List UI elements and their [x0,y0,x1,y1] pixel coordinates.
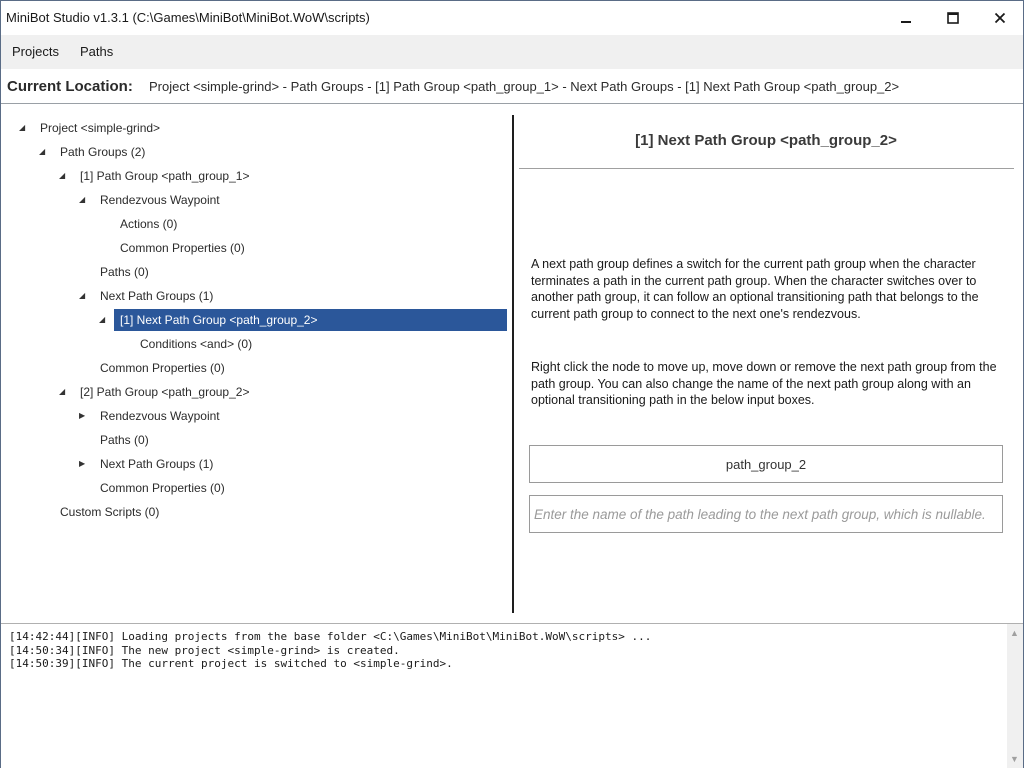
log-line: [14:42:44][INFO] Loading projects from t… [9,630,652,643]
title-bar[interactable]: MiniBot Studio v1.3.1 (C:\Games\MiniBot\… [1,1,1023,35]
log-scrollbar[interactable]: ▲ ▼ [1007,624,1023,768]
minimize-button[interactable] [883,1,929,35]
tree-item-label: Rendezvous Waypoint [100,193,220,207]
tree-item-label: Conditions <and> (0) [140,337,253,351]
menu-bar: Projects Paths [1,35,1023,69]
app-window: MiniBot Studio v1.3.1 (C:\Games\MiniBot\… [0,0,1024,768]
detail-description: A next path group defines a switch for t… [531,257,979,322]
window-title: MiniBot Studio v1.3.1 (C:\Games\MiniBot\… [6,10,370,25]
minimize-icon [901,21,911,23]
tree-item-label: [1] Path Group <path_group_1> [80,169,250,183]
tree-collapsed-arrow-icon[interactable]: ▶ [79,458,89,470]
log-panel[interactable]: [14:42:44][INFO] Loading projects from t… [1,623,1023,768]
tree-item-label: Custom Scripts (0) [60,505,160,519]
next-path-group-name-input[interactable] [529,445,1003,483]
tree-item-label: Project <simple-grind> [40,121,161,135]
tree-item-label: Common Properties (0) [100,481,225,495]
tree-item-label: Rendezvous Waypoint [100,409,220,423]
tree-item-label: [1] Next Path Group <path_group_2> [120,313,318,327]
close-icon [994,12,1006,24]
log-line: [14:50:39][INFO] The current project is … [9,657,453,670]
tree-item-label: Actions (0) [120,217,178,231]
location-path: Project <simple-grind> - Path Groups - [… [149,79,900,94]
tree-item-label: Paths (0) [100,265,149,279]
tree-expanded-arrow-icon[interactable]: ◢ [59,386,69,398]
tree-item-label: Common Properties (0) [100,361,225,375]
tree-expanded-arrow-icon[interactable]: ◢ [39,146,49,158]
location-bar: Current Location: Project <simple-grind>… [1,69,1023,104]
tree-collapsed-arrow-icon[interactable]: ▶ [79,410,89,422]
tree-item-label: Paths (0) [100,433,149,447]
location-label: Current Location: [7,78,133,95]
detail-instructions: Right click the node to move up, move do… [531,360,997,408]
tree-expanded-arrow-icon[interactable]: ◢ [99,314,109,326]
maximize-icon [947,12,959,24]
panel-splitter[interactable] [512,115,514,613]
detail-title: [1] Next Path Group <path_group_2> [635,132,897,149]
tree-expanded-arrow-icon[interactable]: ◢ [79,194,89,206]
menu-projects[interactable]: Projects [12,44,59,59]
tree-item-label: Next Path Groups (1) [100,289,214,303]
scroll-up-icon[interactable]: ▲ [1010,628,1019,638]
transition-path-input[interactable] [529,495,1003,533]
tree-item-label: [2] Path Group <path_group_2> [80,385,250,399]
close-button[interactable] [977,1,1023,35]
tree-item-label: Common Properties (0) [120,241,245,255]
tree-expanded-arrow-icon[interactable]: ◢ [79,290,89,302]
maximize-button[interactable] [930,1,976,35]
scroll-down-icon[interactable]: ▼ [1010,754,1019,764]
project-tree: ◢ Project <simple-grind> ◢ Path Groups (… [1,115,511,613]
tree-item-label: Next Path Groups (1) [100,457,214,471]
tree-item-label: Path Groups (2) [60,145,146,159]
tree-expanded-arrow-icon[interactable]: ◢ [59,170,69,182]
menu-paths[interactable]: Paths [80,44,113,59]
tree-expanded-arrow-icon[interactable]: ◢ [19,122,29,134]
detail-divider [519,168,1014,169]
log-line: [14:50:34][INFO] The new project <simple… [9,644,400,657]
